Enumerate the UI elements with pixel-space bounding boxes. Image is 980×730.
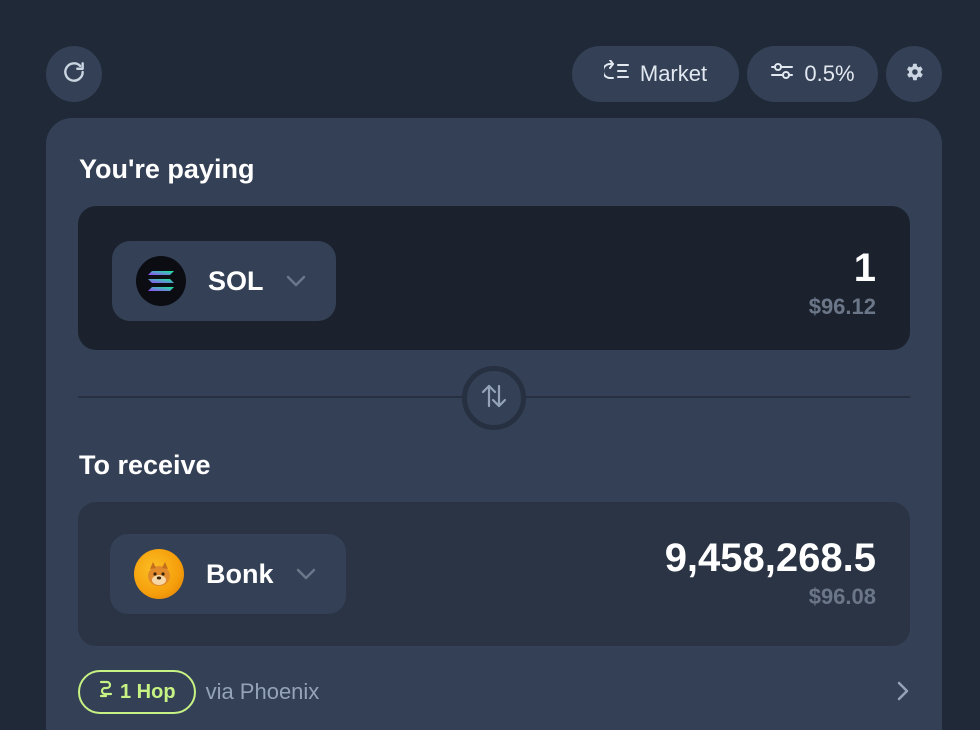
sliders-icon	[770, 61, 794, 87]
receive-label: To receive	[79, 450, 211, 480]
top-toolbar: Market 0.5%	[46, 46, 942, 102]
receive-token-symbol: Bonk	[206, 558, 274, 589]
bonk-token-icon	[134, 549, 184, 599]
receive-amount: 9,458,268.5	[664, 536, 876, 580]
gear-icon	[903, 61, 925, 88]
swap-direction-button[interactable]	[462, 366, 526, 430]
pay-input-panel: SOL 1 $96.12	[78, 206, 910, 350]
receive-amount-group: 9,458,268.5 $96.08	[665, 536, 876, 610]
swap-arrows-icon	[480, 383, 508, 414]
hop-count-label: 1 Hop	[120, 680, 176, 703]
market-mode-button[interactable]: Market	[572, 46, 739, 102]
market-route-icon	[601, 59, 630, 88]
receive-usd-value: $96.08	[808, 584, 876, 609]
pay-amount-input[interactable]: 1	[809, 246, 876, 290]
pay-token-selector[interactable]: SOL	[112, 241, 336, 321]
chevron-right-icon[interactable]	[896, 680, 910, 707]
sol-token-icon	[136, 256, 186, 306]
pay-token-symbol: SOL	[208, 265, 264, 296]
market-mode-label: Market	[639, 61, 708, 86]
refresh-icon	[61, 59, 87, 90]
receive-output-panel: Bonk 9,458,268.5 $96.08	[78, 502, 910, 646]
route-hop-icon	[98, 679, 114, 705]
slippage-button[interactable]: 0.5%	[747, 46, 878, 102]
hop-count-badge[interactable]: 1 Hop	[78, 670, 196, 714]
chevron-down-icon	[296, 568, 316, 580]
swap-card: You're paying SOL 1 $96.12 To receive Bo…	[46, 118, 942, 730]
receive-token-selector[interactable]: Bonk	[110, 534, 346, 614]
settings-button[interactable]	[886, 46, 942, 102]
slippage-value: 0.5%	[804, 61, 855, 86]
chevron-down-icon	[286, 275, 306, 287]
route-info-row[interactable]: 1 Hop via Phoenix	[78, 670, 910, 714]
pay-amount-group: 1 $96.12	[809, 246, 876, 320]
route-via-text: via Phoenix	[205, 679, 320, 704]
pay-usd-value: $96.12	[808, 294, 876, 319]
refresh-button[interactable]	[46, 46, 102, 102]
paying-label: You're paying	[79, 154, 255, 184]
